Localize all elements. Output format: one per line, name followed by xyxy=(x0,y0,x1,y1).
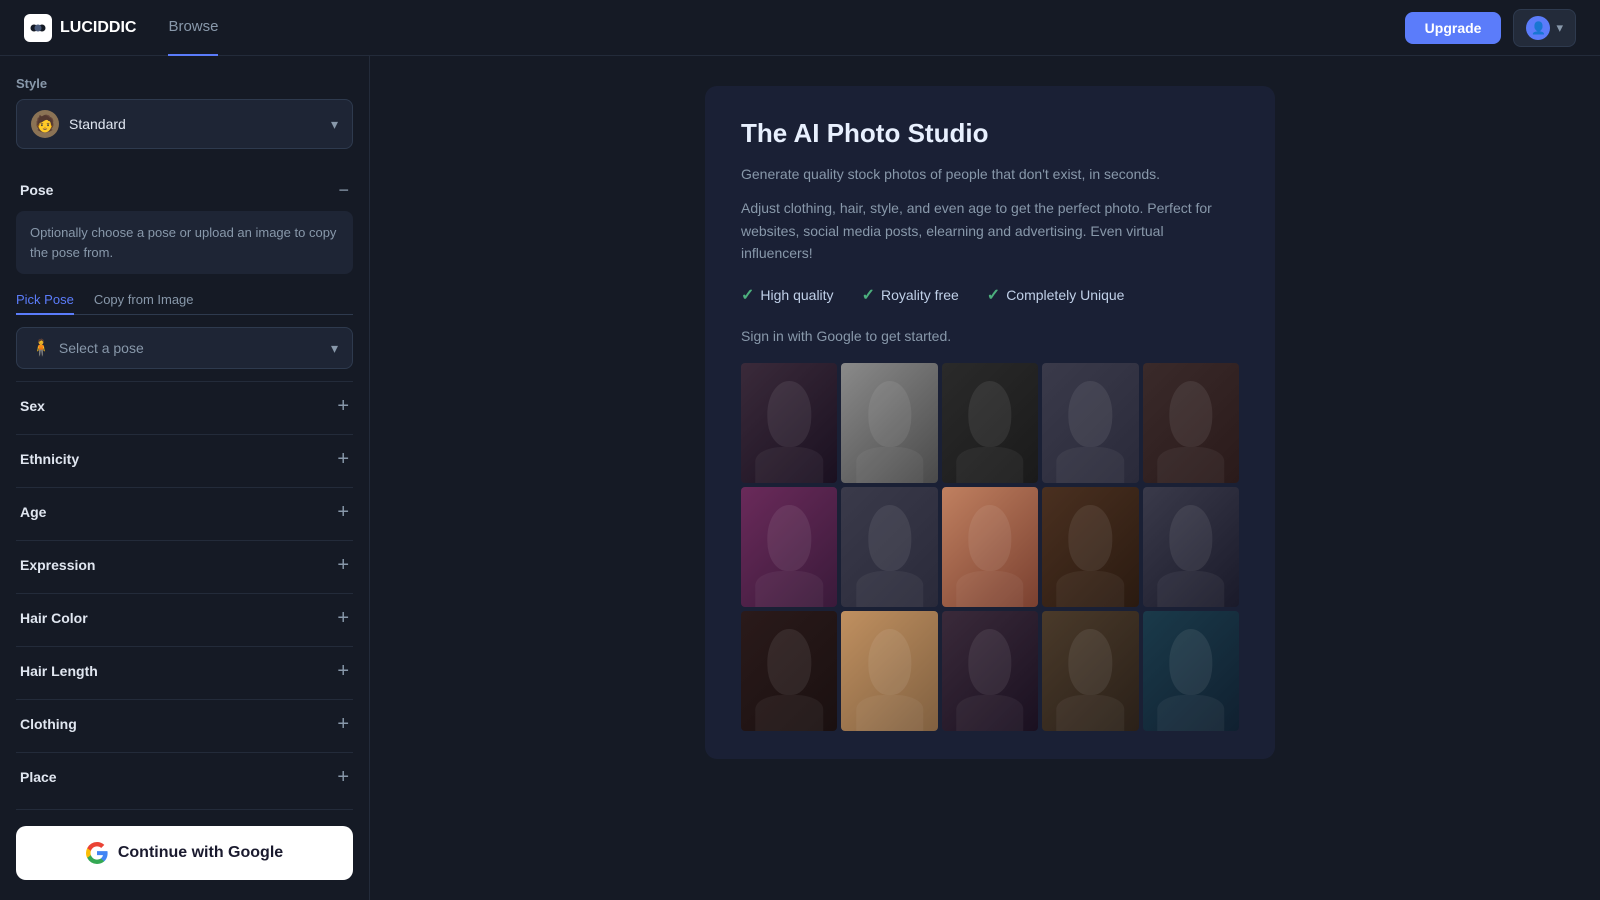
google-btn-wrap: Continue with Google xyxy=(16,809,353,888)
user-icon: 👤 xyxy=(1531,21,1546,35)
sex-label: Sex xyxy=(20,398,45,414)
feature-unique: ✓ Completely Unique xyxy=(987,285,1125,305)
google-icon xyxy=(86,842,108,864)
photo-cell-4 xyxy=(1042,363,1138,483)
photo-cell-2 xyxy=(841,363,937,483)
place-row[interactable]: Place + xyxy=(16,752,353,801)
photo-cell-14 xyxy=(1042,611,1138,731)
style-name: Standard xyxy=(69,116,126,132)
photo-cell-8 xyxy=(942,487,1038,607)
expression-label: Expression xyxy=(20,557,95,573)
pose-chevron-icon: ▾ xyxy=(331,340,338,357)
features-list: ✓ High quality ✓ Royality free ✓ Complet… xyxy=(741,285,1239,305)
expression-row[interactable]: Expression + xyxy=(16,540,353,589)
place-expand-icon: + xyxy=(337,767,349,787)
photo-cell-9 xyxy=(1042,487,1138,607)
logo-text: LUCIDDIC xyxy=(60,19,136,37)
content-area: The AI Photo Studio Generate quality sto… xyxy=(370,56,1600,900)
photo-cell-15 xyxy=(1143,611,1239,731)
hair-length-label: Hair Length xyxy=(20,663,98,679)
photo-cell-3 xyxy=(942,363,1038,483)
hair-length-expand-icon: + xyxy=(337,661,349,681)
hair-color-expand-icon: + xyxy=(337,608,349,628)
feature-3-label: Completely Unique xyxy=(1006,287,1124,303)
tab-pick-pose[interactable]: Pick Pose xyxy=(16,286,74,315)
clothing-label: Clothing xyxy=(20,716,77,732)
main-layout: Style 🧑 Standard ▾ Pose − Optionally cho… xyxy=(0,56,1600,900)
info-desc1: Generate quality stock photos of people … xyxy=(741,163,1239,185)
sex-row[interactable]: Sex + xyxy=(16,381,353,430)
check-icon-2: ✓ xyxy=(862,285,875,305)
ethnicity-expand-icon: + xyxy=(337,449,349,469)
pose-placeholder: Select a pose xyxy=(59,340,144,356)
tab-copy-from-image[interactable]: Copy from Image xyxy=(94,286,194,315)
sex-expand-icon: + xyxy=(337,396,349,416)
nav-browse-wrap: Browse xyxy=(168,18,218,38)
feature-2-label: Royality free xyxy=(881,287,959,303)
ethnicity-row[interactable]: Ethnicity + xyxy=(16,434,353,483)
age-label: Age xyxy=(20,504,46,520)
user-avatar: 👤 xyxy=(1526,16,1550,40)
check-icon-3: ✓ xyxy=(987,285,1000,305)
age-row[interactable]: Age + xyxy=(16,487,353,536)
continue-with-google-button[interactable]: Continue with Google xyxy=(16,826,353,880)
hair-length-row[interactable]: Hair Length + xyxy=(16,646,353,695)
photo-cell-13 xyxy=(942,611,1038,731)
style-label: Style xyxy=(16,76,353,91)
style-chevron-icon: ▾ xyxy=(331,116,338,133)
pose-collapse-icon: − xyxy=(338,181,349,199)
style-select-left: 🧑 Standard xyxy=(31,110,126,138)
photo-cell-5 xyxy=(1143,363,1239,483)
expression-expand-icon: + xyxy=(337,555,349,575)
photo-grid xyxy=(741,363,1239,731)
photo-cell-1 xyxy=(741,363,837,483)
info-card: The AI Photo Studio Generate quality sto… xyxy=(705,86,1275,759)
nav-browse[interactable]: Browse xyxy=(168,18,218,41)
user-menu-button[interactable]: 👤 ▾ xyxy=(1513,9,1576,47)
feature-high-quality: ✓ High quality xyxy=(741,285,834,305)
ethnicity-label: Ethnicity xyxy=(20,451,79,467)
clothing-row[interactable]: Clothing + xyxy=(16,699,353,748)
photo-cell-10 xyxy=(1143,487,1239,607)
upgrade-button[interactable]: Upgrade xyxy=(1405,12,1502,44)
pose-select-left: 🧍 Select a pose xyxy=(31,338,144,358)
hair-color-label: Hair Color xyxy=(20,610,88,626)
style-thumbnail: 🧑 xyxy=(31,110,59,138)
header-left: LUCIDDIC Browse xyxy=(24,14,218,42)
check-icon-1: ✓ xyxy=(741,285,754,305)
info-desc2: Adjust clothing, hair, style, and even a… xyxy=(741,197,1239,264)
header: LUCIDDIC Browse Upgrade 👤 ▾ xyxy=(0,0,1600,56)
photo-cell-12 xyxy=(841,611,937,731)
logo: LUCIDDIC xyxy=(24,14,136,42)
age-expand-icon: + xyxy=(337,502,349,522)
info-title: The AI Photo Studio xyxy=(741,118,1239,149)
pose-person-icon: 🧍 xyxy=(31,338,51,358)
user-chevron-icon: ▾ xyxy=(1556,20,1563,36)
pose-title: Pose xyxy=(20,182,53,198)
google-btn-label: Continue with Google xyxy=(118,844,283,862)
logo-icon xyxy=(24,14,52,42)
style-select-dropdown[interactable]: 🧑 Standard ▾ xyxy=(16,99,353,149)
hair-color-row[interactable]: Hair Color + xyxy=(16,593,353,642)
style-section: Style 🧑 Standard ▾ xyxy=(16,76,353,165)
pose-section: Pose − Optionally choose a pose or uploa… xyxy=(16,169,353,369)
feature-1-label: High quality xyxy=(760,287,833,303)
header-right: Upgrade 👤 ▾ xyxy=(1405,9,1576,47)
photo-cell-11 xyxy=(741,611,837,731)
photo-cell-7 xyxy=(841,487,937,607)
sidebar: Style 🧑 Standard ▾ Pose − Optionally cho… xyxy=(0,56,370,900)
clothing-expand-icon: + xyxy=(337,714,349,734)
signin-text: Sign in with Google to get started. xyxy=(741,325,1239,347)
pose-select-dropdown[interactable]: 🧍 Select a pose ▾ xyxy=(16,327,353,369)
pose-section-header[interactable]: Pose − xyxy=(16,169,353,211)
pose-hint-text: Optionally choose a pose or upload an im… xyxy=(16,211,353,274)
pose-tabs: Pick Pose Copy from Image xyxy=(16,286,353,315)
place-label: Place xyxy=(20,769,57,785)
photo-cell-6 xyxy=(741,487,837,607)
feature-royalty-free: ✓ Royality free xyxy=(862,285,959,305)
